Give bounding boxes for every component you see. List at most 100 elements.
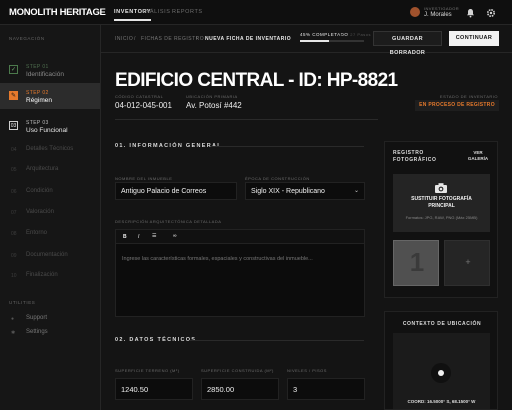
app-logo[interactable]: MONOLITH HERITAGE xyxy=(9,7,106,18)
sidebar: NAVEGACIÓN ✓ STEP 01 Identificación ✎ ST… xyxy=(0,25,101,410)
item-label: Valoración xyxy=(26,209,54,215)
progress-track xyxy=(300,40,364,42)
sidebar-item[interactable]: 05 Arquitectura xyxy=(0,163,100,178)
photo-thumbnail[interactable]: 1 xyxy=(393,240,439,286)
bold-icon[interactable]: B xyxy=(123,234,127,240)
bell-icon[interactable] xyxy=(465,8,475,18)
description-textarea[interactable]: Ingrese las características formales, es… xyxy=(122,256,313,262)
sidebar-item[interactable]: 10 Finalización xyxy=(0,269,100,284)
step-marker: 03 xyxy=(9,121,18,130)
map-pin-icon xyxy=(438,370,444,376)
map-pin-marker[interactable] xyxy=(431,363,451,383)
camera-icon xyxy=(434,181,448,193)
status-badge: EN PROCESO DE REGISTRO xyxy=(415,100,499,111)
sidebar-item[interactable]: 09 Documentación xyxy=(0,249,100,264)
item-label: Finalización xyxy=(26,272,58,278)
breadcrumb-home[interactable]: INICIO xyxy=(115,36,133,42)
step-label: Régimen xyxy=(26,97,53,104)
cadastral-label: CÓDIGO CATASTRAL xyxy=(115,94,164,99)
location-value: Av. Potosí #442 xyxy=(186,101,242,110)
utilities-label: UTILITIES xyxy=(9,300,36,305)
thumbnail-number: 1 xyxy=(409,247,425,277)
item-label: Entorno xyxy=(26,230,48,236)
breadcrumb-separator: / xyxy=(196,36,198,42)
land-area-label: SUPERFICIE TERRENO (M²) xyxy=(115,368,180,373)
main-content: EDIFICIO CENTRAL - ID: HP-8821 CÓDIGO CA… xyxy=(101,53,512,410)
sidebar-step-regimen[interactable]: ✎ STEP 02 Régimen xyxy=(0,83,100,109)
section-rule xyxy=(189,340,364,341)
description-label: DESCRIPCIÓN ARQUITECTÓNICA DETALLADA xyxy=(115,219,222,224)
cadastral-value: 04-012-045-001 xyxy=(115,101,172,110)
sidebar-item[interactable]: 08 Entorno xyxy=(0,227,100,242)
sidebar-item[interactable]: 07 Valoración xyxy=(0,206,100,221)
breadcrumb: INICIO / FICHAS DE REGISTRO / NUEVA FICH… xyxy=(101,25,512,56)
item-number: 08 xyxy=(11,231,17,237)
item-label: Settings xyxy=(26,329,48,335)
add-photo-button[interactable]: + xyxy=(444,240,490,286)
description-editor[interactable]: B I ☰ ∞ Ingrese las características form… xyxy=(115,229,365,317)
levels-input[interactable]: 3 xyxy=(287,378,365,400)
link-icon[interactable]: ∞ xyxy=(173,233,177,239)
levels-label: NIVELES / PISOS xyxy=(287,368,327,373)
user-name: J. Morales xyxy=(424,12,452,18)
nav-reports[interactable]: REPORTS xyxy=(172,9,203,15)
chevron-down-icon: ⌄ xyxy=(353,188,359,194)
epoch-value: Siglo XIX - Republicano xyxy=(251,188,325,195)
page-title: EDIFICIO CENTRAL - ID: HP-8821 xyxy=(115,70,398,91)
name-label: NOMBRE DEL INMUEBLE xyxy=(115,176,173,181)
breadcrumb-current: NUEVA FICHA DE INVENTARIO xyxy=(205,36,292,42)
replace-photo-label: SUSTITUIR FOTOGRAFÍA PRINCIPAL xyxy=(411,196,472,209)
view-gallery-link[interactable]: VER GALERÍA xyxy=(467,150,489,162)
section-heading-technical: 02. DATOS TÉCNICOS xyxy=(115,337,197,343)
progress-fill xyxy=(300,40,329,42)
item-label: Documentación xyxy=(26,252,68,258)
step-label: Uso Funcional xyxy=(26,127,68,134)
item-number: 04 xyxy=(11,147,17,153)
edit-icon: ✎ xyxy=(9,91,18,100)
sidebar-support[interactable]: ● Support xyxy=(0,312,100,327)
sidebar-step-identification[interactable]: ✓ STEP 01 Identificación xyxy=(0,57,100,83)
built-area-input[interactable]: 2850.00 xyxy=(201,378,279,400)
step-number: STEP 02 xyxy=(26,90,49,96)
settings-icon[interactable] xyxy=(486,8,496,18)
editor-toolbar: B I ☰ ∞ xyxy=(116,230,364,244)
main-photo-upload[interactable]: SUSTITUIR FOTOGRAFÍA PRINCIPAL Formatos:… xyxy=(393,174,490,232)
nav-analysis[interactable]: ANÁLISIS xyxy=(141,9,171,15)
status-label: ESTADO DE INVENTARIO xyxy=(439,94,498,99)
continue-button[interactable]: CONTINUAR xyxy=(449,31,499,46)
check-icon: ✓ xyxy=(9,65,18,74)
built-area-label: SUPERFICIE CONSTRUIDA (M²) xyxy=(201,368,274,373)
progress-pages: 12 / 27 Pasos xyxy=(340,32,371,37)
sidebar-step-functional-use[interactable]: 03 STEP 03 Uso Funcional xyxy=(0,113,100,139)
item-number: 05 xyxy=(11,167,17,173)
step-number: STEP 01 xyxy=(26,64,49,70)
support-icon: ● xyxy=(11,316,15,322)
avatar[interactable] xyxy=(410,7,420,17)
italic-icon[interactable]: I xyxy=(138,234,139,240)
location-label: UBICACIÓN PRIMARIA xyxy=(186,94,238,99)
list-icon[interactable]: ☰ xyxy=(152,233,156,239)
location-panel: CONTEXTO DE UBICACIÓN COORD: 16.5000° S,… xyxy=(384,311,498,410)
item-label: Arquitectura xyxy=(26,166,59,172)
epoch-select[interactable]: Siglo XIX - Republicano ⌄ xyxy=(245,182,365,200)
sidebar-item[interactable]: 04 Detalles Técnicos xyxy=(0,143,100,158)
user-role: INVESTIGADOR xyxy=(424,6,460,11)
breadcrumb-records[interactable]: FICHAS DE REGISTRO xyxy=(141,36,204,42)
location-map[interactable]: COORD: 16.5000° S, 68.1500° W xyxy=(393,333,490,409)
step-number: STEP 03 xyxy=(26,120,49,126)
land-area-input[interactable]: 1240.50 xyxy=(115,378,193,400)
photo-formats: Formatos: JPG, RAW, PNG (Máx 25MB) xyxy=(405,215,478,220)
section-heading-general: 01. INFORMACIÓN GENERAL xyxy=(115,143,222,149)
sidebar-item[interactable]: 06 Condición xyxy=(0,185,100,200)
save-draft-button[interactable]: GUARDAR BORRADOR xyxy=(373,31,442,56)
item-number: 09 xyxy=(11,253,17,259)
building-name-input[interactable]: Antiguo Palacio de Correos xyxy=(115,182,237,200)
epoch-label: ÉPOCA DE CONSTRUCCIÓN xyxy=(245,176,310,181)
sidebar-settings[interactable]: ✱ Settings xyxy=(0,326,100,341)
coordinates: COORD: 16.5000° S, 68.1500° W xyxy=(407,399,476,404)
divider xyxy=(115,119,378,120)
photo-panel: REGISTRO FOTOGRÁFICO VER GALERÍA SUSTITU… xyxy=(384,141,498,298)
item-number: 07 xyxy=(11,210,17,216)
item-number: 06 xyxy=(11,189,17,195)
step-label: Identificación xyxy=(26,71,64,78)
